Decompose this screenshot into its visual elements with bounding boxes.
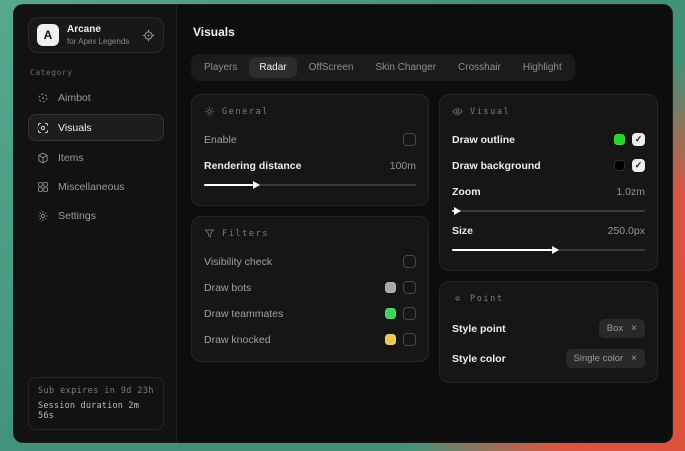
- sidebar-item-settings[interactable]: Settings: [28, 203, 164, 228]
- sidebar-item-label: Aimbot: [58, 92, 91, 104]
- sidebar-item-label: Settings: [58, 210, 96, 222]
- size-label: Size: [452, 225, 473, 237]
- sidebar-item-visuals[interactable]: Visuals: [28, 114, 164, 141]
- app-name: Arcane: [67, 24, 129, 35]
- card-title: General: [222, 107, 269, 117]
- rendering-distance-slider[interactable]: [204, 184, 416, 186]
- draw-background-checkbox[interactable]: ✓: [632, 159, 645, 172]
- gear-icon: [37, 210, 49, 222]
- size-value: 250.0px: [608, 225, 645, 237]
- draw-background-color-swatch[interactable]: [614, 160, 625, 171]
- sidebar-item-items[interactable]: Items: [28, 145, 164, 170]
- draw-knocked-checkbox[interactable]: ✓: [403, 333, 416, 346]
- draw-bots-label: Draw bots: [204, 282, 251, 294]
- app-subtitle: for Apex Legends: [67, 37, 129, 46]
- style-point-label: Style point: [452, 323, 506, 335]
- filters-card: Filters Visibility check ✓ Draw bots ✓: [191, 216, 429, 362]
- visibility-check-checkbox[interactable]: ✓: [403, 255, 416, 268]
- scan-icon: [37, 122, 49, 134]
- funnel-icon: [204, 228, 215, 239]
- slider-fill[interactable]: [452, 249, 552, 251]
- draw-bots-checkbox[interactable]: ✓: [403, 281, 416, 294]
- close-icon[interactable]: ×: [631, 323, 637, 334]
- sidebar-item-miscellaneous[interactable]: Miscellaneous: [28, 174, 164, 199]
- session-duration-text: Session duration 2m 56s: [38, 401, 154, 421]
- draw-teammates-color-swatch[interactable]: [385, 308, 396, 319]
- sidebar: A Arcane for Apex Legends Category Aimbo…: [14, 5, 177, 442]
- style-point-select[interactable]: Box ×: [599, 319, 645, 338]
- draw-knocked-label: Draw knocked: [204, 334, 271, 346]
- crosshair-icon: [37, 92, 49, 104]
- size-slider[interactable]: [452, 249, 645, 251]
- enable-checkbox[interactable]: ✓: [403, 133, 416, 146]
- subscription-info: Sub expires in 9d 23h Session duration 2…: [28, 377, 164, 430]
- cube-icon: [37, 152, 49, 164]
- general-card: General Enable ✓ Rendering distance 100m: [191, 94, 429, 206]
- sidebar-item-label: Miscellaneous: [58, 181, 125, 193]
- style-color-select[interactable]: Single color ×: [566, 349, 645, 368]
- app-header-card: A Arcane for Apex Legends: [28, 17, 164, 53]
- style-color-value: Single color: [574, 353, 624, 364]
- category-label: Category: [30, 68, 162, 77]
- zoom-value: 1.0zm: [616, 186, 645, 198]
- draw-outline-checkbox[interactable]: ✓: [632, 133, 645, 146]
- draw-outline-color-swatch[interactable]: [614, 134, 625, 145]
- tab-skin-changer[interactable]: Skin Changer: [365, 57, 446, 78]
- style-point-value: Box: [607, 323, 623, 334]
- slider-fill[interactable]: [204, 184, 253, 186]
- app-logo: A: [37, 24, 59, 46]
- card-title: Point: [470, 294, 504, 304]
- style-color-label: Style color: [452, 353, 506, 365]
- main-panel: Visuals Players Radar OffScreen Skin Cha…: [177, 5, 672, 442]
- zoom-slider[interactable]: [452, 210, 645, 212]
- draw-teammates-label: Draw teammates: [204, 308, 283, 320]
- grid-icon: [37, 181, 49, 193]
- visibility-check-label: Visibility check: [204, 256, 272, 268]
- draw-bots-color-swatch[interactable]: [385, 282, 396, 293]
- sun-icon: [204, 106, 215, 117]
- draw-outline-label: Draw outline: [452, 134, 515, 146]
- card-title: Filters: [222, 229, 269, 239]
- card-title: Visual: [470, 107, 510, 117]
- enable-label: Enable: [204, 134, 237, 146]
- sidebar-item-aimbot[interactable]: Aimbot: [28, 85, 164, 110]
- tab-offscreen[interactable]: OffScreen: [299, 57, 364, 78]
- eye-icon: [452, 106, 463, 117]
- page-title: Visuals: [193, 25, 658, 39]
- app-window: A Arcane for Apex Legends Category Aimbo…: [13, 4, 673, 443]
- draw-teammates-checkbox[interactable]: ✓: [403, 307, 416, 320]
- zoom-label: Zoom: [452, 186, 481, 198]
- sidebar-item-label: Visuals: [58, 122, 92, 134]
- tab-highlight[interactable]: Highlight: [513, 57, 572, 78]
- dot-icon: [452, 293, 463, 304]
- point-card: Point Style point Box × Style color: [439, 281, 658, 383]
- tab-radar[interactable]: Radar: [249, 57, 296, 78]
- tab-bar: Players Radar OffScreen Skin Changer Cro…: [191, 54, 575, 81]
- slider-fill[interactable]: [452, 210, 454, 212]
- tab-crosshair[interactable]: Crosshair: [448, 57, 511, 78]
- rendering-distance-label: Rendering distance: [204, 160, 301, 172]
- visual-card: Visual Draw outline ✓ Draw background: [439, 94, 658, 271]
- sub-expires-text: Sub expires in 9d 23h: [38, 386, 154, 396]
- draw-background-label: Draw background: [452, 160, 541, 172]
- draw-knocked-color-swatch[interactable]: [385, 334, 396, 345]
- target-icon[interactable]: [142, 29, 155, 42]
- close-icon[interactable]: ×: [631, 353, 637, 364]
- sidebar-item-label: Items: [58, 152, 84, 164]
- tab-players[interactable]: Players: [194, 57, 247, 78]
- rendering-distance-value: 100m: [390, 160, 416, 172]
